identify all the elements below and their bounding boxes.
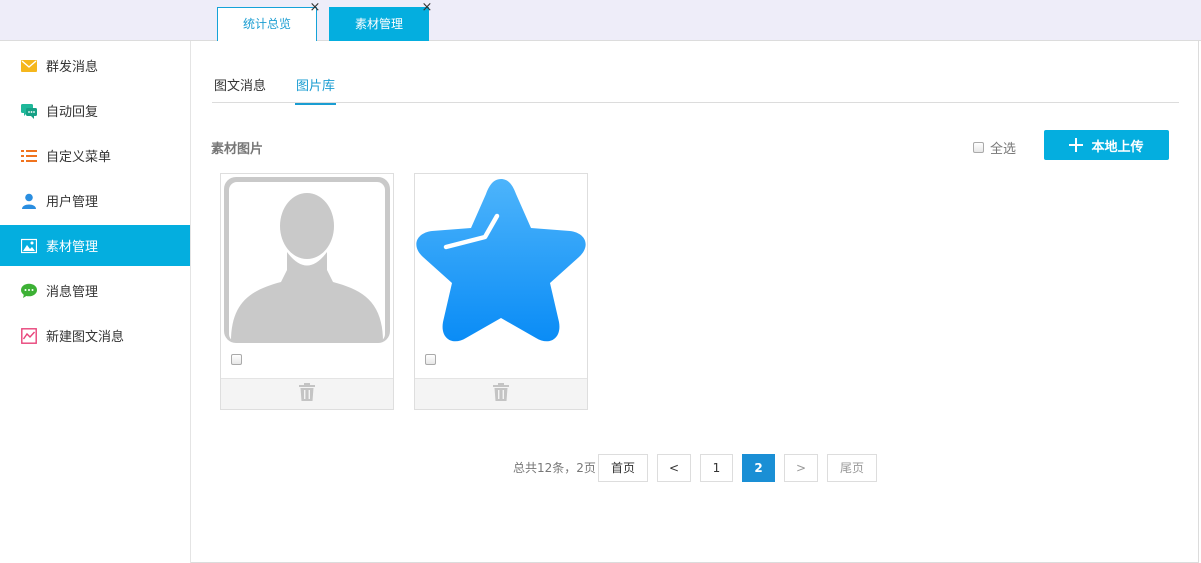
sidebar-item-message-management[interactable]: 消息管理 (0, 270, 190, 311)
trash-icon (493, 383, 509, 405)
sidebar-item-label: 自动回复 (46, 105, 99, 120)
star-clock-icon[interactable] (415, 174, 587, 346)
sidebar-item-user-management[interactable]: 用户管理 (0, 180, 190, 221)
sidebar-item-label: 素材管理 (46, 240, 99, 255)
section-title: 素材图片 (211, 142, 264, 157)
tab-label: 素材管理 (354, 17, 403, 31)
pagination-last-button[interactable]: 尾页 (827, 454, 877, 482)
image-card[interactable] (414, 173, 588, 410)
card-checkbox[interactable] (425, 354, 436, 365)
pagination-info: 总共12条，2页 (513, 461, 596, 475)
sidebar-item-new-article[interactable]: 新建图文消息 (0, 315, 190, 356)
subtab-article-messages[interactable]: 图文消息 (214, 75, 266, 103)
close-icon[interactable]: × (308, 1, 322, 15)
delete-button[interactable] (415, 378, 587, 409)
sidebar-item-label: 新建图文消息 (46, 330, 125, 345)
user-icon (21, 193, 37, 209)
trash-icon (299, 383, 315, 405)
close-icon[interactable]: × (420, 1, 434, 15)
speech-bubble-icon (21, 283, 37, 299)
select-all-checkbox[interactable] (973, 142, 984, 153)
plus-icon (1069, 135, 1084, 155)
chart-frame-icon (21, 327, 37, 344)
sidebar-item-auto-reply[interactable]: 自动回复 (0, 90, 190, 131)
sidebar-item-label: 用户管理 (46, 195, 99, 210)
content-subtabs: 图文消息 图片库 (212, 72, 1179, 105)
pagination-page-1[interactable]: 1 (700, 454, 733, 482)
tab-stats-overview[interactable]: 统计总览 × (217, 1, 320, 41)
image-icon (20, 238, 38, 254)
image-card[interactable] (220, 173, 394, 410)
list-icon (21, 148, 37, 164)
sidebar-item-label: 群发消息 (46, 60, 99, 75)
pagination-prev-button[interactable]: < (657, 454, 691, 482)
local-upload-button[interactable]: 本地上传 (1044, 130, 1169, 160)
avatar-placeholder-icon[interactable] (221, 174, 393, 346)
pagination-page-2[interactable]: 2 (742, 454, 775, 482)
select-all[interactable]: 全选 (973, 138, 1016, 157)
subtab-image-library[interactable]: 图片库 (295, 75, 337, 105)
sidebar-item-material-management[interactable]: 素材管理 (0, 225, 190, 266)
chat-bubbles-icon (21, 103, 37, 119)
delete-button[interactable] (221, 378, 393, 409)
sidebar-item-custom-menu[interactable]: 自定义菜单 (0, 135, 190, 176)
pagination-first-button[interactable]: 首页 (598, 454, 648, 482)
top-tab-bar: 统计总览 × 素材管理 × (0, 0, 1201, 41)
pagination-next-button[interactable]: > (784, 454, 818, 482)
sidebar-item-label: 消息管理 (46, 285, 99, 300)
sidebar-item-label: 自定义菜单 (46, 150, 112, 165)
card-checkbox[interactable] (231, 354, 242, 365)
sidebar-item-mass-message[interactable]: 群发消息 (0, 45, 190, 86)
envelope-icon (21, 58, 37, 74)
tab-material-management[interactable]: 素材管理 × (329, 1, 432, 41)
sidebar: 群发消息 自动回复 自定义菜单 用户管理 素材管理 消息管理 新建图文消息 (0, 41, 191, 563)
upload-label: 本地上传 (1091, 139, 1144, 155)
tab-label: 统计总览 (242, 17, 291, 31)
select-all-label: 全选 (990, 142, 1017, 157)
